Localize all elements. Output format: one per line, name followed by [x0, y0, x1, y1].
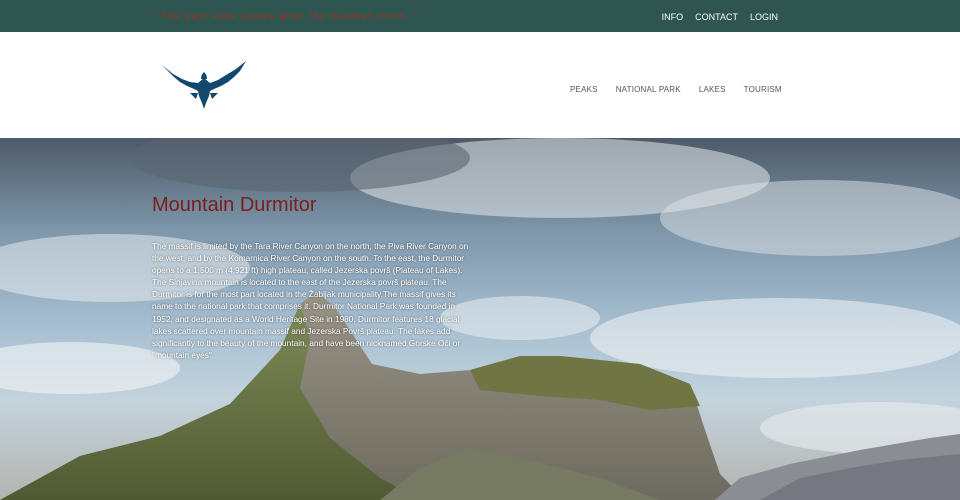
mountain-landscape-image: [0, 138, 960, 500]
site-header: PEAKS NATIONAL PARK LAKES TOURISM: [0, 32, 960, 138]
link-login[interactable]: LOGIN: [750, 12, 778, 22]
top-bar: " The best view comes after the hardest …: [0, 0, 960, 32]
nav-peaks[interactable]: PEAKS: [570, 85, 598, 94]
link-contact[interactable]: CONTACT: [695, 12, 738, 22]
nav-lakes[interactable]: LAKES: [699, 85, 726, 94]
eagle-icon[interactable]: [160, 59, 248, 111]
hero-paragraph: The massif is limited by the Tara River …: [152, 241, 469, 276]
hero-section: Mountain Durmitor The massif is limited …: [0, 138, 960, 500]
hero-title: Mountain Durmitor: [152, 194, 317, 216]
hero-description: The massif is limited by the Tara River …: [152, 240, 474, 361]
tagline-quote: " The best view comes after the hardest …: [152, 11, 419, 21]
nav-tourism[interactable]: TOURISM: [744, 85, 782, 94]
top-links: INFO CONTACT LOGIN: [662, 12, 778, 22]
main-nav: PEAKS NATIONAL PARK LAKES TOURISM: [570, 85, 782, 94]
nav-national-park[interactable]: NATIONAL PARK: [616, 85, 681, 94]
hero-paragraph: The Sinjavina mountain is located to the…: [152, 277, 461, 360]
link-info[interactable]: INFO: [662, 12, 684, 22]
